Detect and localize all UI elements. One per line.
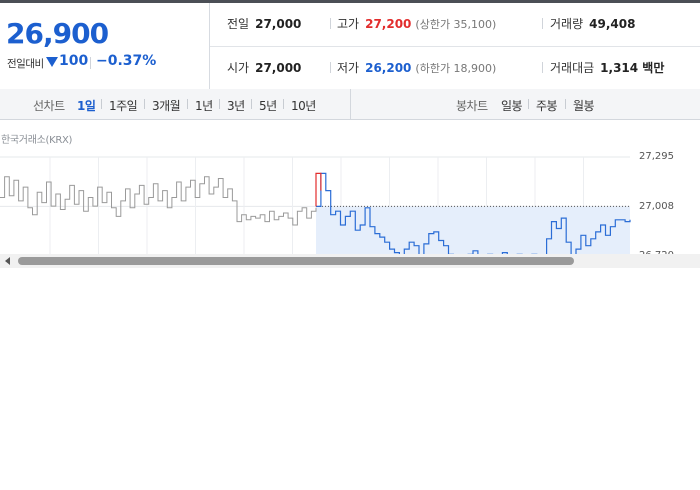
tab-divider	[565, 99, 566, 109]
y-tick-label: 27,008	[639, 201, 674, 212]
volume-label: 거래량	[550, 17, 584, 31]
line-chart-label: 선차트	[33, 99, 65, 113]
stat-divider	[330, 62, 331, 73]
current-price-box: 26,900 전일대비 100 −0.37%	[0, 3, 210, 89]
prev-close-label: 전일	[227, 17, 250, 31]
current-price: 26,900	[6, 17, 109, 50]
amount-value: 1,314 백만	[600, 61, 665, 75]
amount-label: 거래대금	[550, 61, 595, 75]
tab-divider	[283, 99, 284, 109]
upper-limit: (상한가 35,100)	[415, 18, 497, 31]
tab-divider	[528, 99, 529, 109]
tab-divider	[144, 99, 145, 109]
chart-tab-bar: 선차트 1일 1주일 3개월 1년 3년 5년 10년 봉차트 일봉 주봉 월봉	[0, 89, 700, 120]
price-chart[interactable]: 한국거래소(KRX) 27,295 27,008 26,720	[0, 120, 700, 270]
tab-period-1y[interactable]: 1년	[195, 97, 213, 114]
tab-period-10y[interactable]: 10년	[291, 97, 316, 114]
change-divider	[90, 57, 91, 69]
change-value: 100	[59, 53, 89, 69]
prev-day-series-line	[0, 176, 317, 226]
change-label: 전일대비	[7, 58, 44, 70]
stat-open: 시가 27,000	[227, 59, 301, 76]
tab-candle-daily[interactable]: 일봉	[501, 97, 523, 114]
change-rate: −0.37%	[96, 53, 157, 69]
chart-plot	[0, 156, 631, 257]
volume-value: 49,408	[589, 17, 636, 31]
stats-panel: 전일 27,000 고가 27,200 (상한가 35,100) 거래량 49,408 …	[210, 3, 700, 89]
open-value: 27,000	[255, 61, 302, 75]
stat-divider	[542, 62, 543, 73]
above-baseline-segment	[315, 172, 322, 207]
down-arrow-icon	[46, 57, 58, 67]
high-label: 고가	[337, 17, 360, 31]
tab-candle-weekly[interactable]: 주봉	[536, 97, 558, 114]
low-value: 26,200	[365, 61, 412, 75]
tab-period-1w[interactable]: 1주일	[109, 97, 138, 114]
scrollbar-thumb[interactable]	[18, 257, 574, 265]
tab-period-1d[interactable]: 1일	[77, 97, 96, 114]
scroll-left-icon[interactable]	[5, 257, 10, 265]
stat-high: 고가 27,200 (상한가 35,100)	[337, 15, 496, 32]
open-label: 시가	[227, 61, 250, 75]
stats-row-divider	[210, 46, 700, 47]
tab-divider	[187, 99, 188, 109]
stat-prev-close: 전일 27,000	[227, 15, 301, 32]
stat-divider	[330, 18, 331, 29]
stat-low: 저가 26,200 (하한가 18,900)	[337, 59, 496, 76]
tab-divider	[251, 99, 252, 109]
stat-divider	[542, 18, 543, 29]
candle-chart-label: 봉차트	[456, 99, 488, 113]
lower-limit: (하한가 18,900)	[415, 62, 497, 75]
y-tick-label: 27,295	[639, 151, 674, 162]
tab-group-divider	[350, 89, 351, 119]
tab-period-3y[interactable]: 3년	[227, 97, 245, 114]
high-value: 27,200	[365, 17, 412, 31]
tab-period-3m[interactable]: 3개월	[152, 97, 181, 114]
tab-candle-monthly[interactable]: 월봉	[573, 97, 595, 114]
tab-period-5y[interactable]: 5년	[259, 97, 277, 114]
tab-divider	[101, 99, 102, 109]
below-baseline-area	[316, 206, 630, 256]
tab-divider	[219, 99, 220, 109]
stat-amount: 거래대금 1,314 백만	[550, 59, 664, 76]
stat-volume: 거래량 49,408	[550, 15, 635, 32]
low-label: 저가	[337, 61, 360, 75]
prev-close-value: 27,000	[255, 17, 302, 31]
price-summary: 26,900 전일대비 100 −0.37% 전일 27,000 고가 27,200…	[0, 3, 700, 90]
